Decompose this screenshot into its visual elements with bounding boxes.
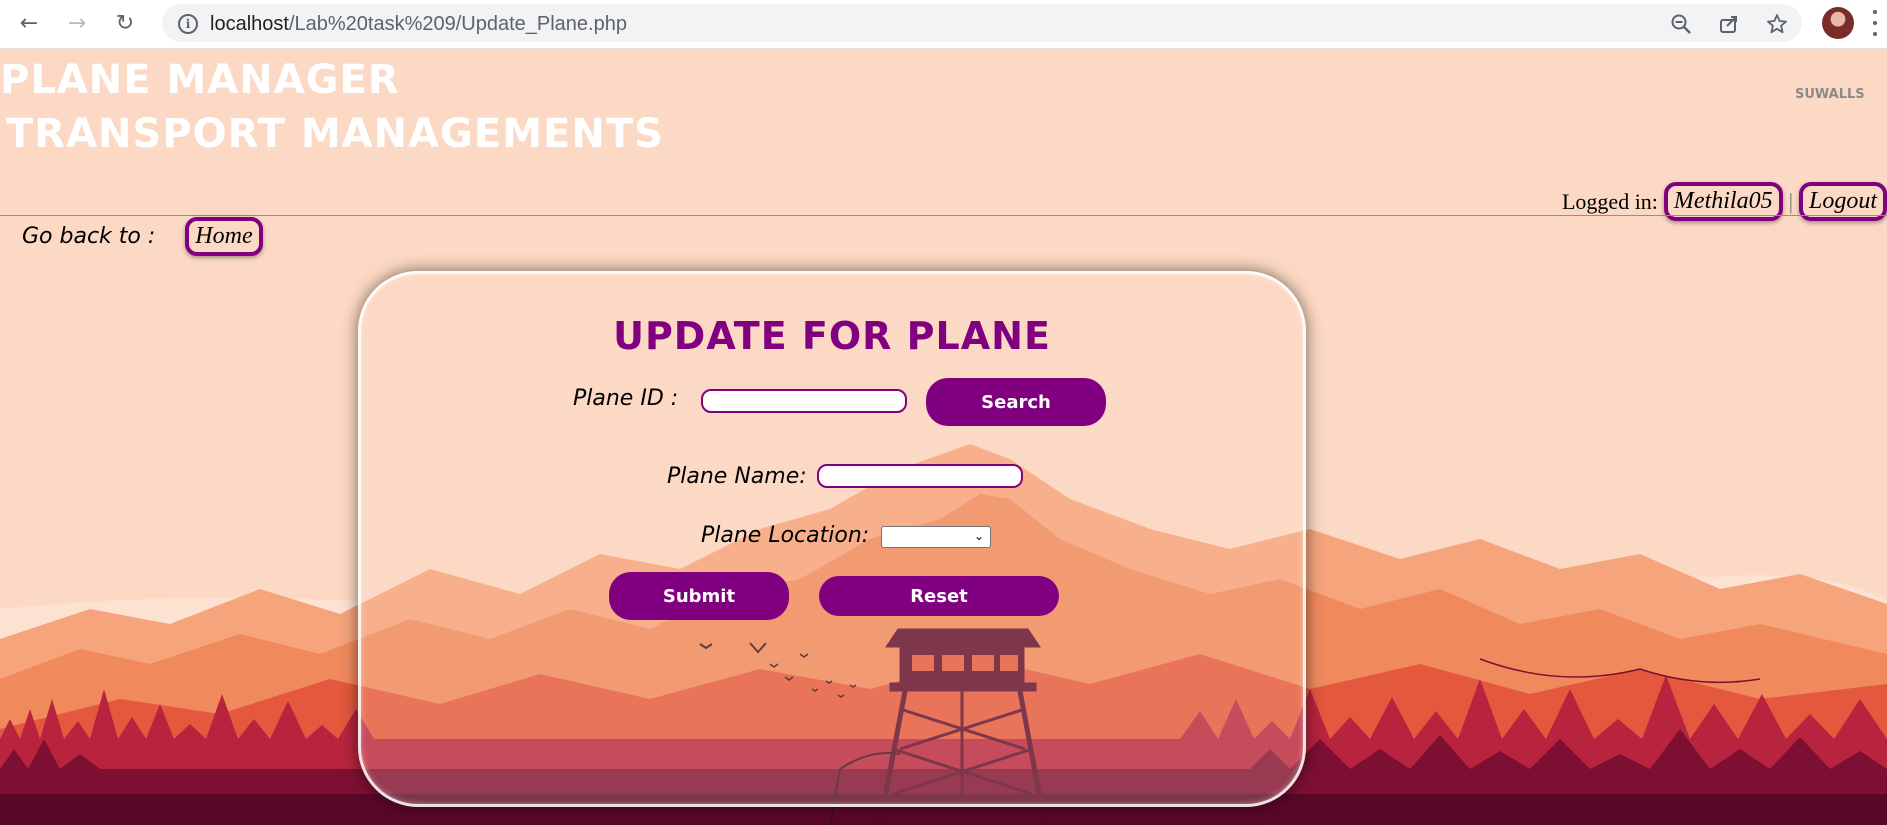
zoom-out-icon[interactable] [1668, 11, 1694, 37]
plane-location-label: Plane Location: [701, 523, 870, 548]
plane-name-input[interactable] [817, 464, 1023, 488]
plane-name-label: Plane Name: [667, 464, 807, 489]
breadcrumb: Go back to : Home [22, 217, 263, 256]
goback-label: Go back to : [22, 224, 156, 249]
browser-toolbar: ← → ↻ i localhost/Lab%20task%209/Update_… [0, 0, 1887, 49]
submit-button[interactable]: Submit [609, 572, 789, 620]
header-divider [0, 215, 1887, 216]
profile-avatar[interactable] [1822, 7, 1854, 39]
watermark: SUWALLS [1795, 87, 1865, 102]
site-title-line1: PLANE MANAGER [0, 57, 400, 103]
page-viewport: PLANE MANAGER TRANSPORT MANAGEMENTS SUWA… [0, 49, 1887, 825]
kebab-menu-icon[interactable] [1872, 10, 1878, 36]
logged-in-label: Logged in: [1561, 188, 1658, 214]
address-bar[interactable]: i localhost/Lab%20task%209/Update_Plane.… [162, 4, 1802, 42]
reset-button[interactable]: Reset [819, 576, 1059, 616]
home-link[interactable]: Home [185, 217, 263, 256]
form-title: UPDATE FOR PLANE [613, 314, 1051, 358]
url-text[interactable]: localhost/Lab%20task%209/Update_Plane.ph… [210, 13, 627, 36]
update-plane-form: UPDATE FOR PLANE Plane ID : Search Plane… [358, 271, 1306, 807]
url-path: /Lab%20task%209/Update_Plane.php [288, 13, 627, 35]
reload-icon[interactable]: ↻ [110, 8, 140, 38]
plane-id-input[interactable] [701, 389, 907, 413]
url-host: localhost [210, 13, 289, 35]
login-separator: | [1788, 188, 1793, 214]
plane-id-label: Plane ID : [573, 386, 679, 411]
info-icon[interactable]: i [178, 14, 198, 34]
site-title-line2: TRANSPORT MANAGEMENTS [6, 111, 664, 157]
plane-location-select[interactable]: ⌄ [881, 526, 991, 548]
arrow-left-icon[interactable]: ← [14, 8, 44, 38]
arrow-right-icon[interactable]: → [62, 8, 92, 38]
chevron-down-icon: ⌄ [973, 529, 984, 543]
search-button[interactable]: Search [926, 378, 1106, 426]
share-icon[interactable] [1716, 11, 1742, 37]
star-icon[interactable] [1764, 11, 1790, 37]
